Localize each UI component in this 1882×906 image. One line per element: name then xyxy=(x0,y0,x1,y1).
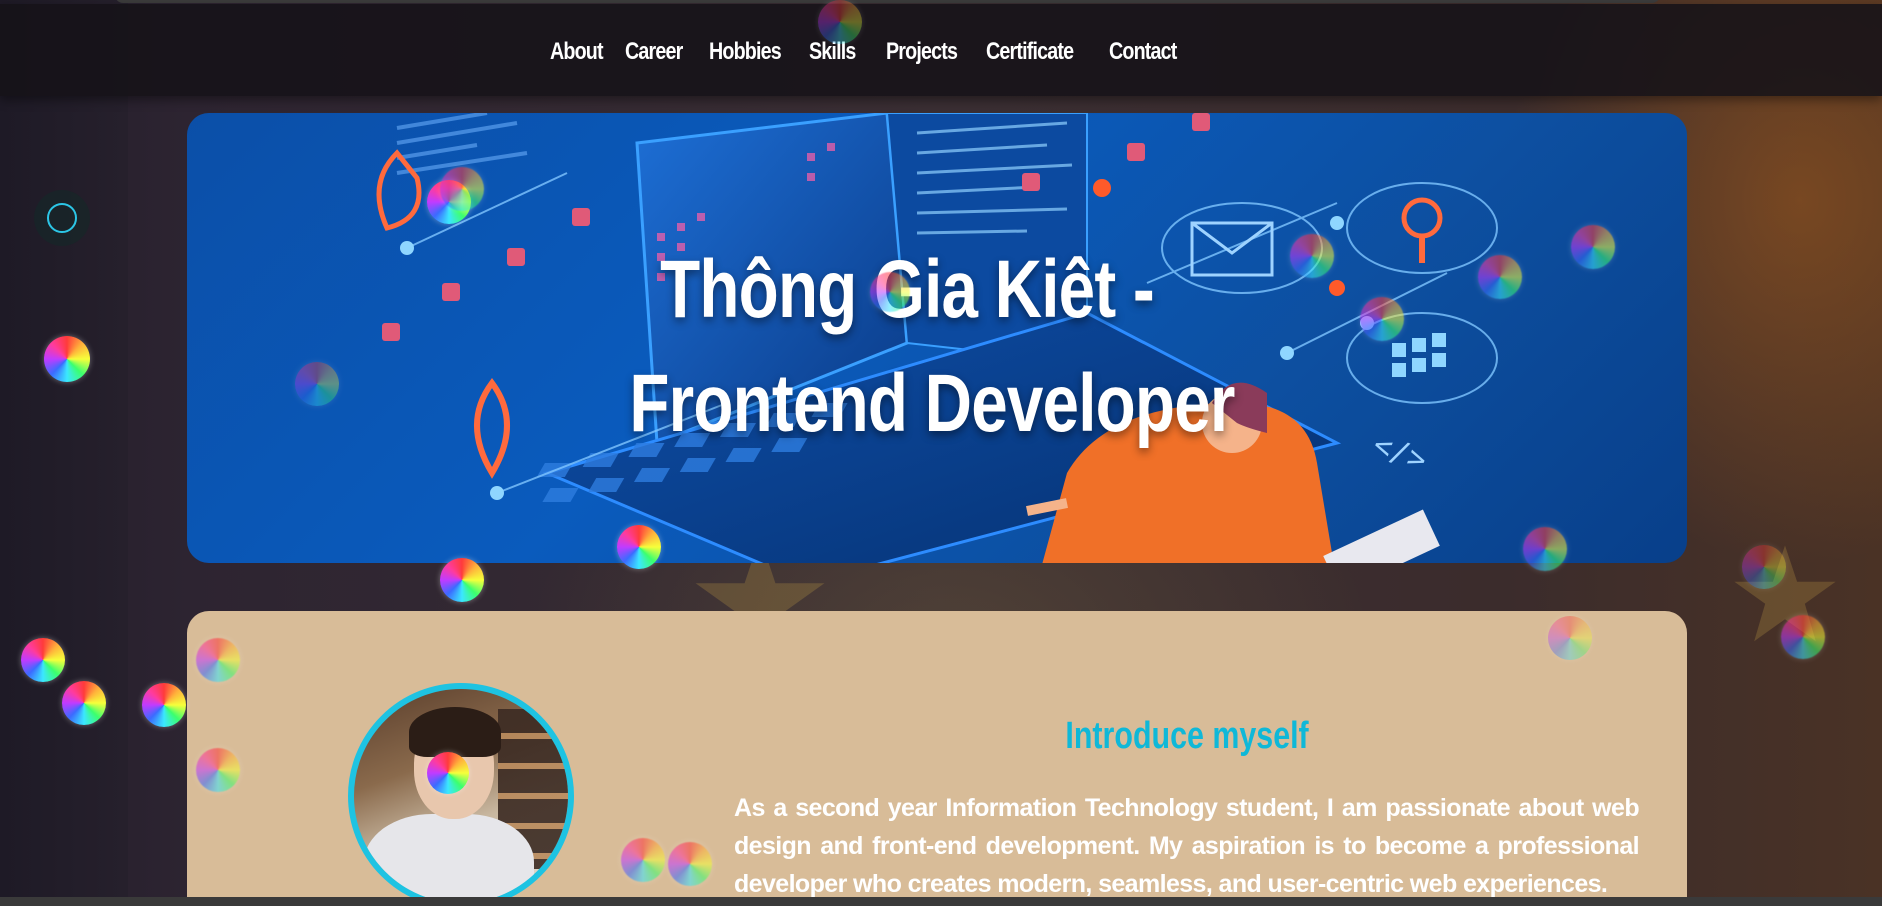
rainbow-bubble-icon xyxy=(142,683,186,727)
hero-title: Thông Gia Kiêt - Frontend Developer xyxy=(187,233,1687,461)
nav-item-about[interactable]: About xyxy=(550,38,604,66)
rainbow-bubble-icon xyxy=(440,558,484,602)
circle-toggle-icon xyxy=(47,203,77,233)
rainbow-bubble-icon xyxy=(427,752,469,794)
rainbow-bubble-icon xyxy=(1548,616,1592,660)
rainbow-bubble-icon xyxy=(196,638,240,682)
intro-paragraph: As a second year Information Technology … xyxy=(734,794,1640,898)
rainbow-bubble-icon xyxy=(668,842,712,886)
nav-item-hobbies[interactable]: Hobbies xyxy=(709,38,782,66)
rainbow-bubble-icon xyxy=(1360,297,1404,341)
hero-title-line2: Frontend Developer xyxy=(629,358,1235,449)
rainbow-bubble-icon xyxy=(870,272,910,312)
nav-list: About Career Hobbies Skills Projects Cer… xyxy=(550,38,1179,66)
left-sidebar-strip xyxy=(0,0,128,906)
rainbow-bubble-icon xyxy=(1478,255,1522,299)
rainbow-bubble-icon xyxy=(196,748,240,792)
intro-heading: Introduce myself xyxy=(187,715,1687,758)
rainbow-bubble-icon xyxy=(1571,225,1615,269)
top-navbar: About Career Hobbies Skills Projects Cer… xyxy=(0,4,1882,96)
rainbow-bubble-icon xyxy=(1742,545,1786,589)
rainbow-bubble-icon xyxy=(1781,615,1825,659)
nav-item-career[interactable]: Career xyxy=(625,38,683,66)
rainbow-bubble-icon xyxy=(1523,527,1567,571)
rainbow-bubble-icon xyxy=(440,167,484,211)
rainbow-bubble-icon xyxy=(295,362,339,406)
avatar-shirt xyxy=(364,814,534,903)
rainbow-bubble-icon xyxy=(818,0,862,44)
nav-item-contact[interactable]: Contact xyxy=(1109,38,1177,66)
rainbow-bubble-icon xyxy=(62,681,106,725)
rainbow-bubble-icon xyxy=(621,838,665,882)
nav-item-projects[interactable]: Projects xyxy=(886,38,958,66)
rainbow-bubble-icon xyxy=(1290,234,1334,278)
browser-bottom-edge xyxy=(0,897,1882,906)
intro-heading-text: Introduce myself xyxy=(1065,715,1309,757)
rainbow-bubble-icon xyxy=(44,336,90,382)
rainbow-bubble-icon xyxy=(21,638,65,682)
hero-banner: </> Thông Gia Kiêt - Frontend Developer xyxy=(187,113,1687,563)
browser-chrome-edge xyxy=(115,0,1660,3)
rainbow-bubble-icon xyxy=(617,525,661,569)
nav-item-certificate[interactable]: Certificate xyxy=(986,38,1074,66)
side-toggle-button[interactable] xyxy=(34,190,90,246)
intro-section: Introduce myself As a second year Inform… xyxy=(187,611,1687,906)
